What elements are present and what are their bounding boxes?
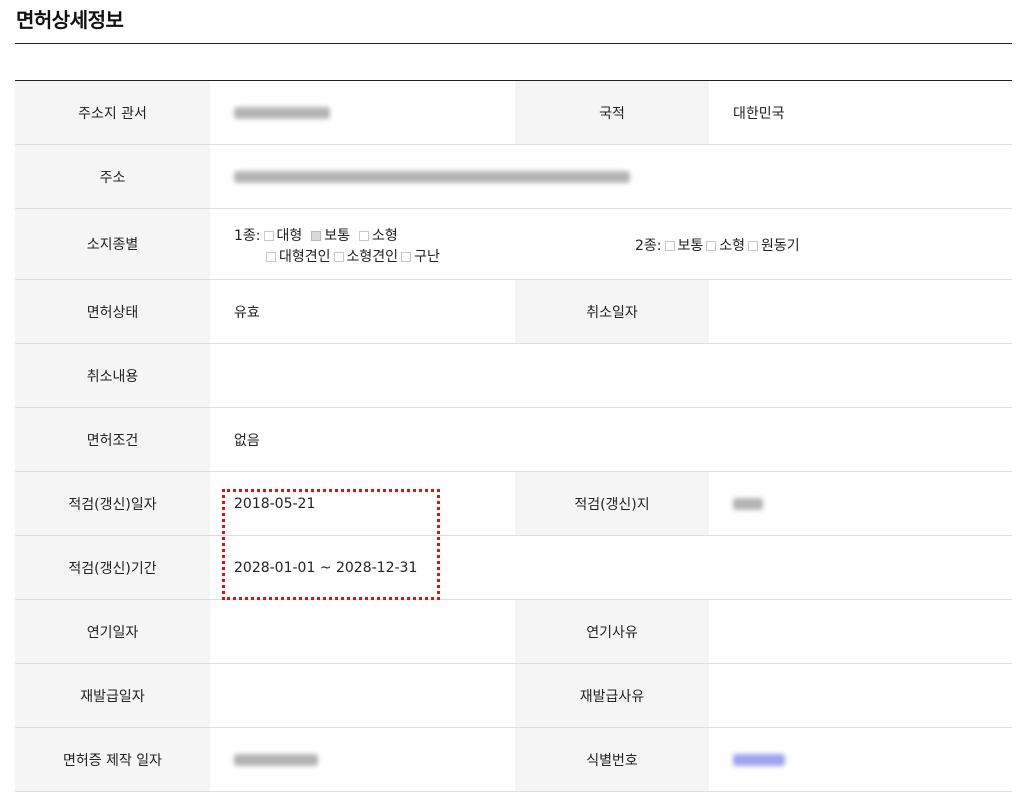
conditions-label: 면허조건 bbox=[15, 408, 210, 471]
checkbox-class1-large-tow[interactable] bbox=[266, 252, 276, 262]
checkbox-class2-motorbike[interactable] bbox=[748, 241, 759, 251]
postpone-date-label: 연기일자 bbox=[15, 600, 210, 663]
class2-regular-label: 보통 bbox=[677, 238, 704, 254]
class2-small-label: 소형 bbox=[719, 238, 746, 254]
class1-large-label: 대형 bbox=[276, 228, 303, 244]
reissue-date-value bbox=[210, 664, 515, 727]
postpone-reason-label: 연기사유 bbox=[515, 600, 709, 663]
row-status: 면허상태 유효 취소일자 bbox=[15, 280, 1012, 344]
checkbox-class2-regular[interactable] bbox=[664, 241, 675, 251]
class1-regular-label: 보통 bbox=[324, 228, 351, 244]
card-date-value bbox=[210, 728, 515, 791]
status-value: 유효 bbox=[234, 304, 260, 321]
card-date-label: 면허증 제작 일자 bbox=[15, 728, 210, 791]
renewal-period-label: 적검(갱신)기간 bbox=[15, 536, 210, 599]
checkbox-class1-wrecker[interactable] bbox=[401, 252, 412, 262]
address-office-value bbox=[210, 81, 515, 144]
page-title: 면허상세정보 bbox=[16, 8, 124, 32]
conditions-value: 없음 bbox=[234, 432, 260, 449]
cancel-reason-value bbox=[210, 344, 1012, 407]
class1-prefix: 1종: bbox=[234, 228, 261, 244]
id-number-value bbox=[709, 728, 1012, 791]
checkbox-class1-small[interactable] bbox=[359, 231, 370, 241]
redacted-card-date bbox=[234, 753, 318, 766]
renewal-date-label: 적검(갱신)일자 bbox=[15, 472, 210, 535]
id-number-label: 식별번호 bbox=[515, 728, 709, 791]
license-types-label: 소지종별 bbox=[15, 209, 210, 279]
status-label: 면허상태 bbox=[15, 280, 210, 343]
class1-small-label: 소형 bbox=[372, 228, 398, 244]
class2-prefix: 2종: bbox=[635, 238, 662, 254]
row-card: 면허증 제작 일자 식별번호 bbox=[15, 728, 1012, 792]
cancel-date-value bbox=[709, 280, 1012, 343]
nationality-value: 대한민국 bbox=[733, 105, 785, 122]
redacted-id-number bbox=[733, 753, 785, 766]
row-address: 주소 bbox=[15, 145, 1012, 209]
renewal-highlight-box bbox=[222, 489, 440, 600]
checkbox-class1-large[interactable] bbox=[263, 231, 274, 241]
reissue-reason-label: 재발급사유 bbox=[515, 664, 709, 727]
redacted-renewal-place bbox=[733, 497, 763, 510]
class1-wrecker-label: 구난 bbox=[414, 249, 440, 265]
renewal-place-value bbox=[709, 472, 1012, 535]
row-postpone: 연기일자 연기사유 bbox=[15, 600, 1012, 664]
row-cancel-reason: 취소내용 bbox=[15, 344, 1012, 408]
class2-motorbike-label: 원동기 bbox=[761, 238, 800, 254]
postpone-date-value bbox=[210, 600, 515, 663]
row-renewal-period: 적검(갱신)기간 2028-01-01 ~ 2028-12-31 bbox=[15, 536, 1012, 600]
license-detail-table: 주소지 관서 국적 대한민국 주소 소지종별 1종: 대형 보통 소형 대형견인 소형견… bbox=[15, 80, 1012, 792]
checkbox-class1-small-tow[interactable] bbox=[333, 252, 344, 262]
address-value bbox=[210, 145, 1012, 208]
row-license-types: 소지종별 1종: 대형 보통 소형 대형견인 소형견인 구난 2종: 보통 소형 원동기 bbox=[15, 209, 1012, 280]
nationality-label: 국적 bbox=[515, 81, 709, 144]
reissue-date-label: 재발급일자 bbox=[15, 664, 210, 727]
address-office-label: 주소지 관서 bbox=[15, 81, 210, 144]
checkbox-class2-small[interactable] bbox=[706, 241, 717, 251]
redacted-address-office bbox=[234, 106, 330, 119]
address-label: 주소 bbox=[15, 145, 210, 208]
class1-large-tow-label: 대형견인 bbox=[279, 249, 331, 265]
title-divider bbox=[15, 43, 1012, 44]
class2-line: 2종: 보통 소형 원동기 bbox=[635, 235, 800, 255]
class1-small-tow-label: 소형견인 bbox=[346, 249, 399, 265]
cancel-reason-label: 취소내용 bbox=[15, 344, 210, 407]
cancel-date-label: 취소일자 bbox=[515, 280, 709, 343]
row-reissue: 재발급일자 재발급사유 bbox=[15, 664, 1012, 728]
row-conditions: 면허조건 없음 bbox=[15, 408, 1012, 472]
redacted-address bbox=[234, 170, 630, 183]
renewal-place-label: 적검(갱신)지 bbox=[515, 472, 709, 535]
class1-line1: 1종: 대형 보통 소형 bbox=[234, 225, 398, 245]
row-address-office: 주소지 관서 국적 대한민국 bbox=[15, 81, 1012, 145]
row-renewal-date: 적검(갱신)일자 2018-05-21 적검(갱신)지 bbox=[15, 472, 1012, 536]
class1-line2: 대형견인 소형견인 구난 bbox=[263, 246, 440, 266]
reissue-reason-value bbox=[709, 664, 1012, 727]
checkbox-class1-regular[interactable] bbox=[311, 231, 322, 241]
postpone-reason-value bbox=[709, 600, 1012, 663]
